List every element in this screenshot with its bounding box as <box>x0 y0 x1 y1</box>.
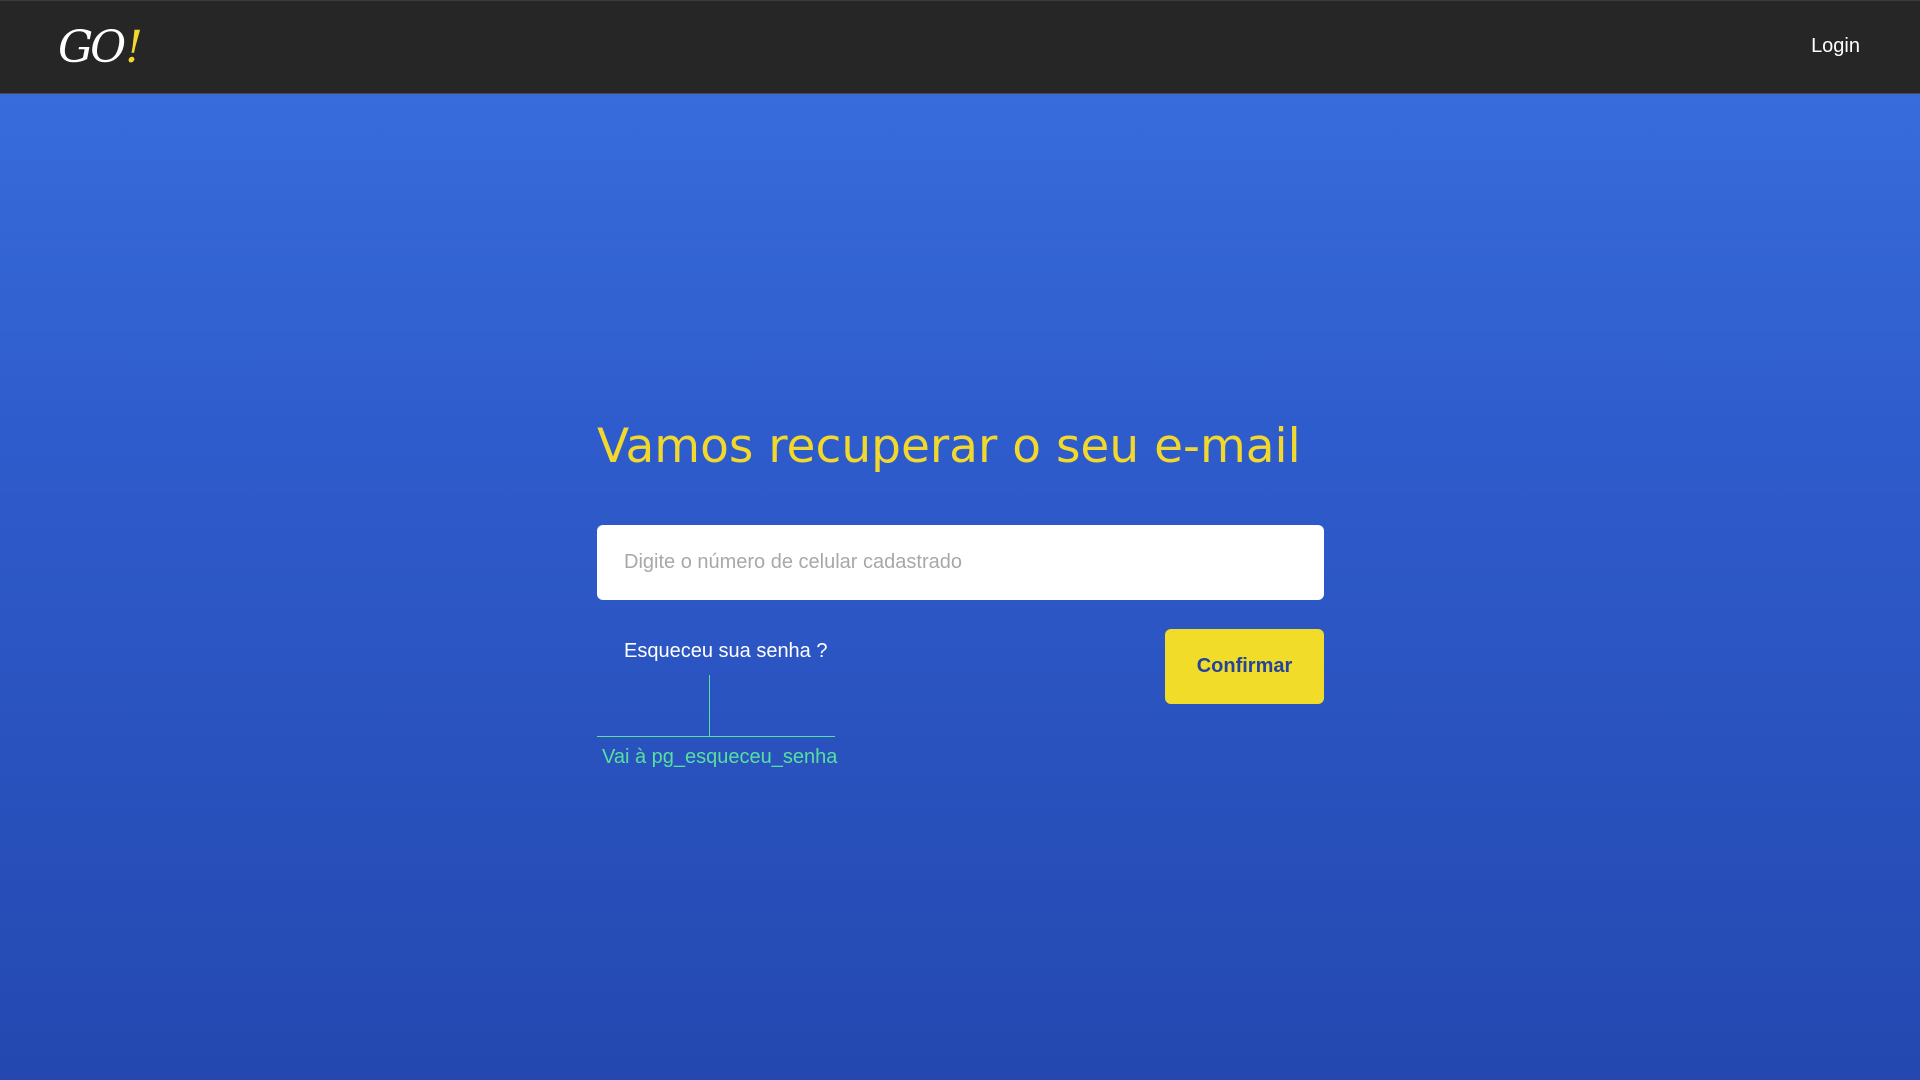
logo-text: GO <box>58 22 126 73</box>
confirm-button[interactable]: Confirmar <box>1165 629 1324 704</box>
top-navbar: GO! Login <box>0 0 1920 94</box>
page-title: Vamos recuperar o seu e-mail <box>597 419 1301 474</box>
annotation-connector-vertical <box>709 675 710 736</box>
phone-number-input[interactable] <box>597 525 1324 600</box>
go-logo[interactable]: GO! <box>58 22 143 73</box>
annotation-note: Vai à pg_esqueceu_senha <box>602 746 838 768</box>
forgot-password-link[interactable]: Esqueceu sua senha ? <box>624 640 828 663</box>
annotation-connector-horizontal <box>597 736 835 737</box>
logo-accent: ! <box>125 22 143 73</box>
login-link[interactable]: Login <box>1811 35 1860 58</box>
